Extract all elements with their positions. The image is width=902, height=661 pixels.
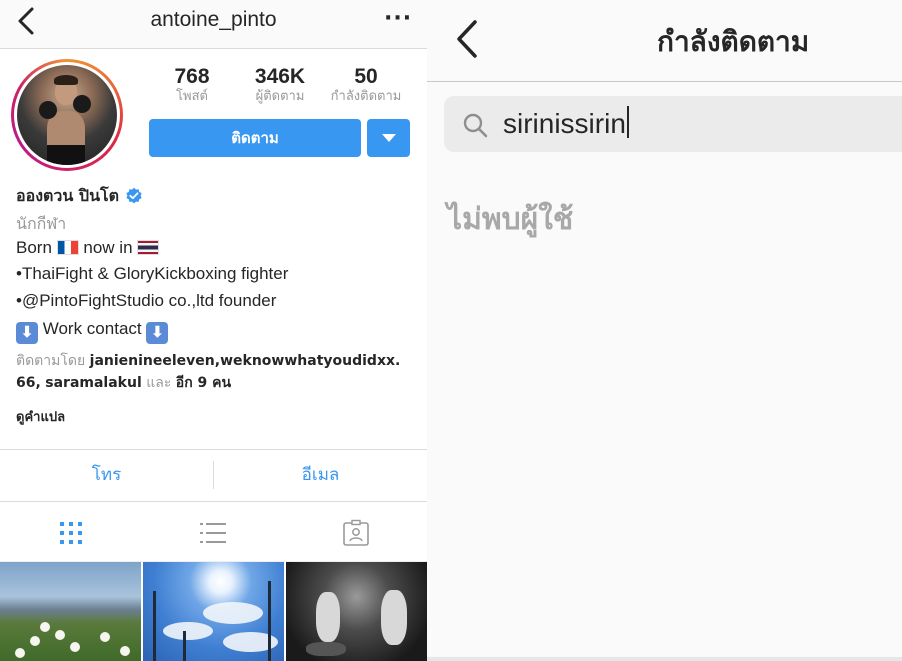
followed-by-user[interactable]: weknowwhatyoudidxx.: [220, 353, 400, 369]
bio-line-1: Born now in: [16, 238, 160, 258]
france-flag-icon: [56, 240, 79, 255]
bio-work-contact: Work contact: [42, 319, 142, 338]
bio-born-text: Born: [16, 238, 52, 257]
verified-badge-icon: [126, 187, 142, 204]
stat-posts-label: โพสต์: [176, 89, 208, 104]
profile-username-title: antoine_pinto: [150, 8, 277, 31]
stat-followers[interactable]: 346K ผู้ติดตาม: [240, 65, 320, 105]
following-nav-bar: กำลังติดตาม: [427, 0, 902, 82]
ellipsis-icon[interactable]: ···: [384, 6, 411, 32]
see-translation-link[interactable]: ดูคำแปล: [16, 406, 65, 427]
email-button[interactable]: อีเมล: [214, 450, 427, 501]
followed-by-user[interactable]: saramalakul: [45, 375, 142, 391]
bio-line-2: •ThaiFight & GloryKickboxing fighter: [16, 264, 289, 283]
followed-by-others[interactable]: อีก 9 คน: [176, 375, 231, 391]
search-icon: [463, 113, 488, 138]
full-name-row: อองตวน ปินโต: [16, 184, 143, 208]
followed-by-prefix: ติดตามโดย: [16, 353, 86, 369]
list-icon[interactable]: [199, 519, 227, 547]
followed-by-and: และ: [146, 375, 172, 391]
stat-posts-value: 768: [174, 65, 210, 88]
followed-by-user-cont[interactable]: 66: [16, 375, 35, 391]
chevron-left-icon[interactable]: [453, 18, 483, 60]
search-input-value: sirinissirin: [503, 108, 626, 139]
profile-screen: antoine_pinto ··· 768 โพสต์ 346K ผู้ติดต: [0, 0, 427, 661]
stat-following-label: กำลังติดตาม: [330, 89, 402, 104]
page-title: กำลังติดตาม: [657, 25, 810, 58]
follow-button[interactable]: ติดตาม: [149, 119, 361, 157]
followed-by-text[interactable]: ติดตามโดย janienineeleven,weknowwhatyoud…: [16, 350, 416, 394]
full-name: อองตวน ปินโต: [16, 185, 119, 205]
tagged-icon[interactable]: [342, 519, 370, 547]
grid-icon[interactable]: [57, 519, 85, 547]
search-input[interactable]: sirinissirin: [503, 104, 883, 144]
post-thumbnail[interactable]: [143, 562, 284, 661]
stat-followers-value: 346K: [254, 65, 306, 88]
contact-bar: โทร อีเมล: [0, 449, 427, 502]
bio-now-in-text: now in: [83, 238, 133, 257]
call-button[interactable]: โทร: [0, 450, 213, 501]
stat-followers-label: ผู้ติดตาม: [255, 89, 305, 104]
no-users-found-message: ไม่พบผู้ใช้: [447, 202, 574, 237]
following-screen: กำลังติดตาม sirinissirin ไม่พบผู้ใช้: [427, 0, 902, 661]
bottom-edge: [427, 657, 902, 661]
stat-following[interactable]: 50 กำลังติดตาม: [326, 65, 406, 105]
text-cursor: [626, 106, 629, 138]
down-arrow-icon: ⬇: [16, 322, 38, 344]
stat-following-value: 50: [354, 65, 378, 88]
bio-line-4: ⬇ Work contact ⬇: [16, 319, 169, 344]
profile-nav-bar: antoine_pinto ···: [0, 0, 427, 49]
post-thumbnail[interactable]: [0, 562, 141, 661]
suggested-dropdown-button[interactable]: [367, 119, 410, 157]
followed-by-user[interactable]: janienineeleven: [90, 353, 215, 369]
avatar[interactable]: [11, 59, 123, 171]
thailand-flag-icon: [137, 240, 160, 255]
bio-line-3: •@PintoFightStudio co.,ltd founder: [16, 291, 277, 310]
down-arrow-icon: ⬇: [146, 322, 169, 344]
stat-posts[interactable]: 768 โพสต์: [152, 65, 232, 105]
screenshot-composite: antoine_pinto ··· 768 โพสต์ 346K ผู้ติดต: [0, 0, 902, 661]
post-thumbnail[interactable]: [286, 562, 427, 661]
chevron-down-icon: [382, 134, 396, 142]
avatar-photo: [17, 65, 117, 165]
profile-category: นักกีฬา: [16, 214, 67, 233]
profile-view-tabs: [0, 502, 427, 562]
